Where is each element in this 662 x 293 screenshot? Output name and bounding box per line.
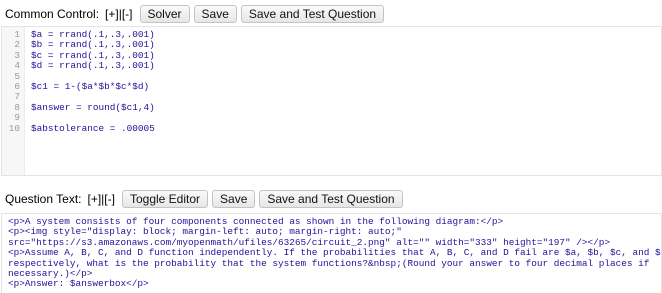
common-control-toolbar: Common Control: [+]|[-] Solver Save Save… [5, 5, 385, 23]
common-control-code-editor[interactable]: 1 2 3 4 5 6 7 8 9 10 $a = rrand(.1,.3,.001) $b = r… [1, 26, 662, 176]
common-control-save-and-test-button[interactable]: Save and Test Question [240, 5, 385, 23]
line-number: 10 [8, 122, 20, 134]
question-text-save-and-test-button[interactable]: Save and Test Question [259, 190, 403, 208]
toggle-editor-button[interactable]: Toggle Editor [121, 190, 209, 208]
question-text-expand-collapse-toggle[interactable]: [+]|[-] [88, 192, 115, 206]
code-line: $d = rrand(.1,.3,.001) [31, 60, 155, 72]
code-line: $c1 = 1-($a*$b*$c*$d) [31, 81, 150, 92]
question-text-editor[interactable]: <p>A system consists of four components … [1, 213, 662, 293]
line-number-gutter: 1 2 3 4 5 6 7 8 9 10 [2, 27, 25, 175]
question-text-save-button[interactable]: Save [212, 190, 256, 208]
question-text-line: <p>Answer: $answerbox</p> [8, 278, 149, 290]
question-text-label: Question Text: [5, 192, 82, 206]
question-text-toolbar: Question Text: [+]|[-] Toggle Editor Sav… [5, 190, 403, 208]
code-line: $answer = round($c1,4) [31, 101, 155, 113]
code-line: $abstolerance = .00005 [31, 122, 155, 134]
common-control-label: Common Control: [5, 7, 100, 21]
common-control-save-button[interactable]: Save [193, 5, 237, 23]
common-control-expand-collapse-toggle[interactable]: [+]|[-] [105, 7, 132, 21]
question-text-line: respectively, what is the probability th… [8, 257, 650, 269]
solver-button[interactable]: Solver [139, 5, 190, 23]
